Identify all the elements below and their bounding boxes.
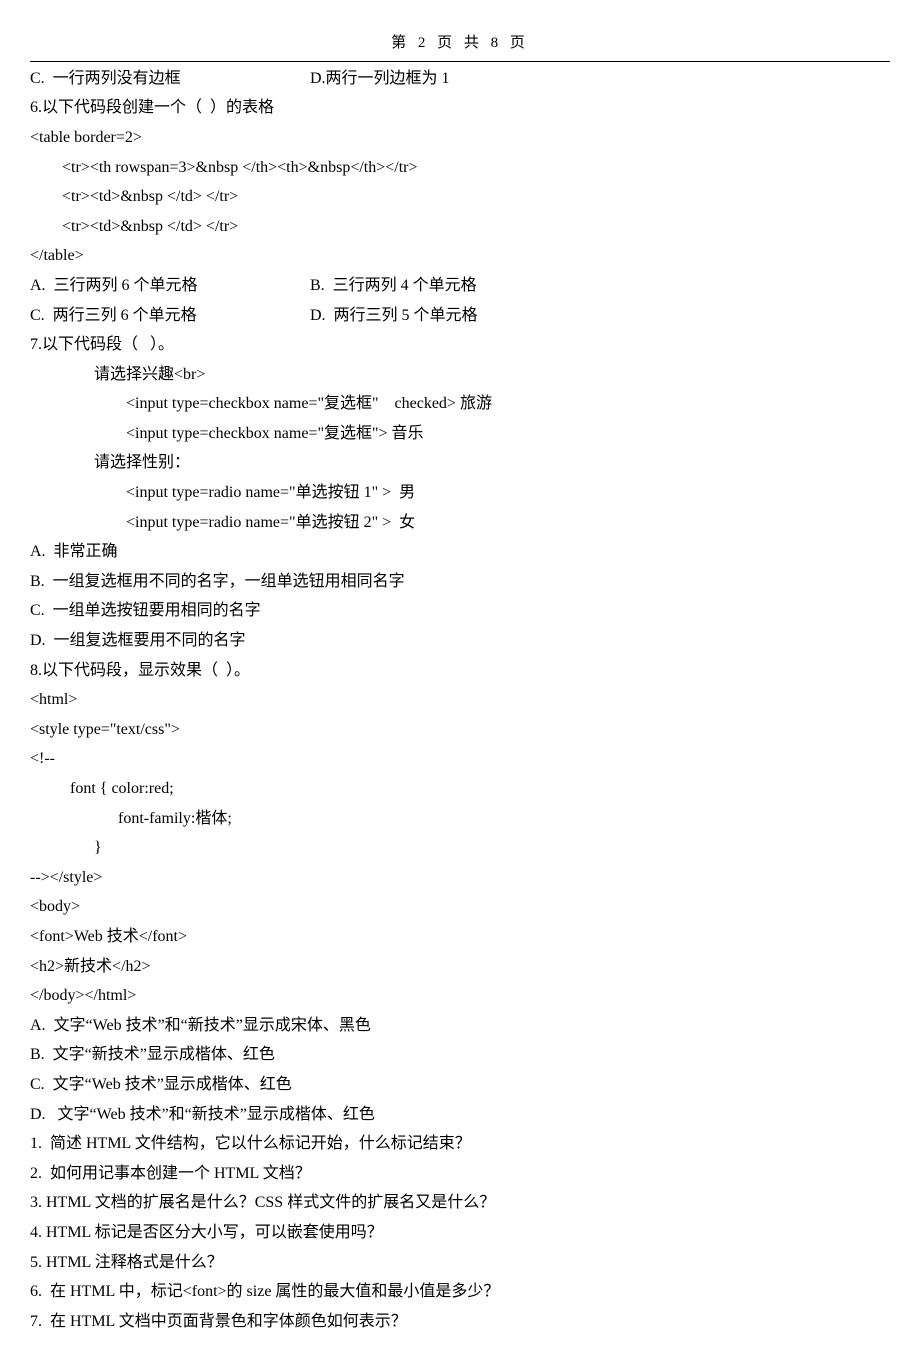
code-line: <h2>新技术</h2> bbox=[30, 952, 890, 982]
q6-options-row1: A. 三行两列 6 个单元格 B. 三行两列 4 个单元格 bbox=[30, 271, 890, 301]
code-line: <tr><th rowspan=3>&nbsp </th><th>&nbsp</… bbox=[30, 153, 890, 183]
code-line: </table> bbox=[30, 241, 890, 271]
option-d: D. 文字“Web 技术”和“新技术”显示成楷体、红色 bbox=[30, 1100, 890, 1130]
code-line: <font>Web 技术</font> bbox=[30, 922, 890, 952]
option-c: C. 一行两列没有边框 bbox=[30, 64, 310, 94]
option-d: D. 两行三列 5 个单元格 bbox=[310, 301, 478, 331]
short-q7: 7. 在 HTML 文档中页面背景色和字体颜色如何表示？ bbox=[30, 1307, 890, 1337]
code-line: <!-- bbox=[30, 744, 890, 774]
option-d: D. 一组复选框要用不同的名字 bbox=[30, 626, 890, 656]
option-a: A. 文字“Web 技术”和“新技术”显示成宋体、黑色 bbox=[30, 1011, 890, 1041]
code-line: <html> bbox=[30, 685, 890, 715]
code-line: 请选择性别： bbox=[30, 448, 890, 478]
option-a: A. 非常正确 bbox=[30, 537, 890, 567]
code-line: <tr><td>&nbsp </td> </tr> bbox=[30, 182, 890, 212]
option-d: D.两行一列边框为 1 bbox=[310, 64, 450, 94]
code-line: font { color:red; bbox=[30, 774, 890, 804]
option-a: A. 三行两列 6 个单元格 bbox=[30, 271, 310, 301]
code-line: font-family:楷体; bbox=[30, 804, 890, 834]
body-content: C. 一行两列没有边框 D.两行一列边框为 1 6.以下代码段创建一个（ ）的表… bbox=[0, 62, 920, 1366]
code-line: <input type=checkbox name="复选框"> 音乐 bbox=[30, 419, 890, 449]
code-line: </body></html> bbox=[30, 981, 890, 1011]
short-q5: 5. HTML 注释格式是什么？ bbox=[30, 1248, 890, 1278]
q5-options: C. 一行两列没有边框 D.两行一列边框为 1 bbox=[30, 64, 890, 94]
code-line: <input type=radio name="单选按钮 1" > 男 bbox=[30, 478, 890, 508]
short-q6: 6. 在 HTML 中，标记<font>的 size 属性的最大值和最小值是多少… bbox=[30, 1277, 890, 1307]
option-b: B. 一组复选框用不同的名字，一组单选钮用相同名字 bbox=[30, 567, 890, 597]
code-line: } bbox=[30, 833, 890, 863]
page-header: 第 2 页 共 8 页 bbox=[0, 0, 920, 58]
q6-stem: 6.以下代码段创建一个（ ）的表格 bbox=[30, 93, 890, 123]
code-line: <body> bbox=[30, 892, 890, 922]
option-c: C. 文字“Web 技术”显示成楷体、红色 bbox=[30, 1070, 890, 1100]
q6-options-row2: C. 两行三列 6 个单元格 D. 两行三列 5 个单元格 bbox=[30, 301, 890, 331]
code-line: <input type=radio name="单选按钮 2" > 女 bbox=[30, 508, 890, 538]
option-b: B. 三行两列 4 个单元格 bbox=[310, 271, 477, 301]
code-line: --></style> bbox=[30, 863, 890, 893]
code-line: <style type="text/css"> bbox=[30, 715, 890, 745]
option-c: C. 一组单选按钮要用相同的名字 bbox=[30, 596, 890, 626]
q7-stem: 7.以下代码段（ ）。 bbox=[30, 330, 890, 360]
short-q2: 2. 如何用记事本创建一个 HTML 文档？ bbox=[30, 1159, 890, 1189]
short-q1: 1. 简述 HTML 文件结构，它以什么标记开始，什么标记结束？ bbox=[30, 1129, 890, 1159]
code-line: <tr><td>&nbsp </td> </tr> bbox=[30, 212, 890, 242]
option-c: C. 两行三列 6 个单元格 bbox=[30, 301, 310, 331]
code-line: <table border=2> bbox=[30, 123, 890, 153]
option-b: B. 文字“新技术”显示成楷体、红色 bbox=[30, 1040, 890, 1070]
code-line: <input type=checkbox name="复选框" checked>… bbox=[30, 389, 890, 419]
short-q4: 4. HTML 标记是否区分大小写，可以嵌套使用吗？ bbox=[30, 1218, 890, 1248]
short-q3: 3. HTML 文档的扩展名是什么？CSS 样式文件的扩展名又是什么？ bbox=[30, 1188, 890, 1218]
q8-stem: 8.以下代码段，显示效果（ ）。 bbox=[30, 656, 890, 686]
code-line: 请选择兴趣<br> bbox=[30, 360, 890, 390]
